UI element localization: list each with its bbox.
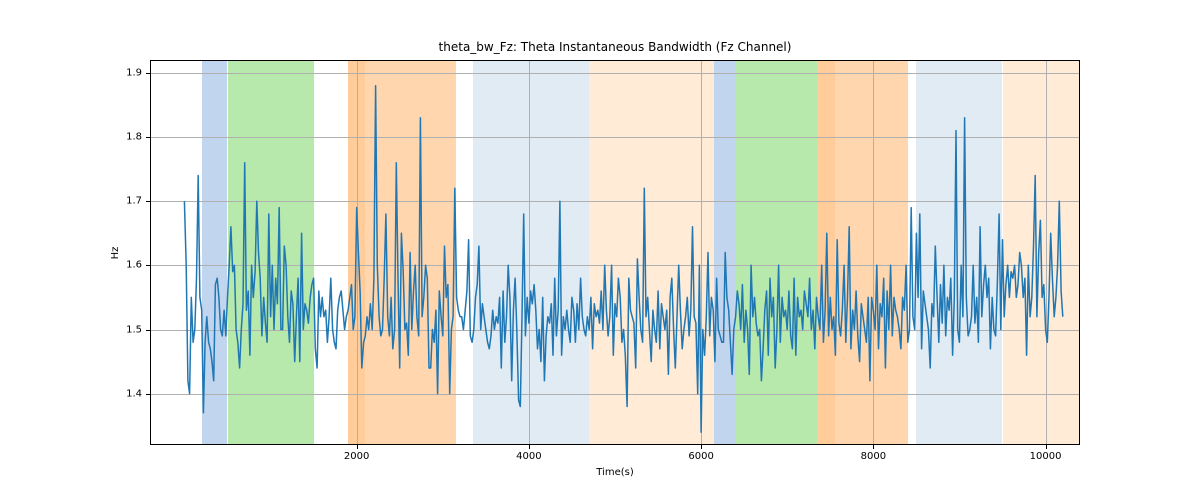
y-tick-mark [146,265,150,266]
y-tick-label: 1.4 [126,388,142,399]
y-tick-label: 1.9 [126,67,142,78]
x-axis-label: Time(s) [596,467,634,478]
x-tick-label: 2000 [344,451,369,462]
figure: theta_bw_Fz: Theta Instantaneous Bandwid… [0,0,1200,500]
line-series [150,60,1080,445]
series-theta_bw_Fz [184,86,1062,433]
x-tick-mark [529,445,530,449]
y-tick-mark [146,330,150,331]
y-tick-mark [146,137,150,138]
y-tick-label: 1.5 [126,324,142,335]
y-tick-label: 1.7 [126,196,142,207]
x-tick-label: 6000 [688,451,713,462]
plot-area [150,60,1080,445]
axes: theta_bw_Fz: Theta Instantaneous Bandwid… [150,60,1080,445]
y-tick-label: 1.8 [126,132,142,143]
y-tick-mark [146,73,150,74]
x-tick-mark [1046,445,1047,449]
y-tick-label: 1.6 [126,260,142,271]
x-tick-mark [701,445,702,449]
x-tick-label: 4000 [516,451,541,462]
y-axis-label: Hz [110,246,121,259]
x-tick-label: 8000 [861,451,886,462]
chart-title: theta_bw_Fz: Theta Instantaneous Bandwid… [439,40,792,54]
y-tick-mark [146,394,150,395]
x-tick-mark [873,445,874,449]
x-tick-mark [357,445,358,449]
x-tick-label: 10000 [1030,451,1062,462]
y-tick-mark [146,201,150,202]
